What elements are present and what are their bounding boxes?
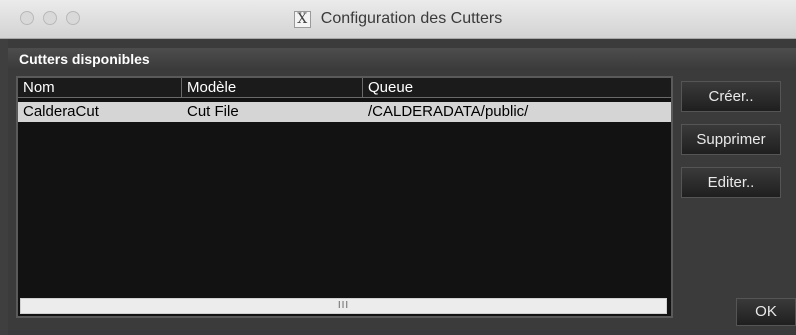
delete-button[interactable]: Supprimer <box>681 124 781 155</box>
window-title: Configuration des Cutters <box>320 10 503 27</box>
table-row[interactable]: CalderaCut Cut File /CALDERADATA/public/ <box>18 102 671 122</box>
cell-modele: Cut File <box>187 103 239 120</box>
title-container: X Configuration des Cutters <box>0 0 796 38</box>
table-header: Nom Modèle Queue <box>18 78 671 98</box>
column-header-queue[interactable]: Queue <box>363 78 671 98</box>
edit-button[interactable]: Editer.. <box>681 167 781 198</box>
window-titlebar: X Configuration des Cutters <box>0 0 796 39</box>
cell-queue: /CALDERADATA/public/ <box>368 103 529 120</box>
horizontal-scrollbar[interactable]: III <box>20 298 667 314</box>
ok-button[interactable]: OK <box>736 298 796 326</box>
cutters-table[interactable]: Nom Modèle Queue CalderaCut Cut File /CA… <box>16 76 673 318</box>
dialog-body: Cutters disponibles Nom Modèle Queue Cal… <box>8 39 796 335</box>
column-header-nom[interactable]: Nom <box>18 78 182 98</box>
scrollbar-grip-icon[interactable]: III <box>338 301 349 311</box>
column-header-modele[interactable]: Modèle <box>182 78 363 98</box>
cell-nom: CalderaCut <box>23 103 99 120</box>
create-button[interactable]: Créer.. <box>681 81 781 112</box>
x11-app-icon: X <box>293 10 311 28</box>
panel-header: Cutters disponibles <box>8 48 796 70</box>
